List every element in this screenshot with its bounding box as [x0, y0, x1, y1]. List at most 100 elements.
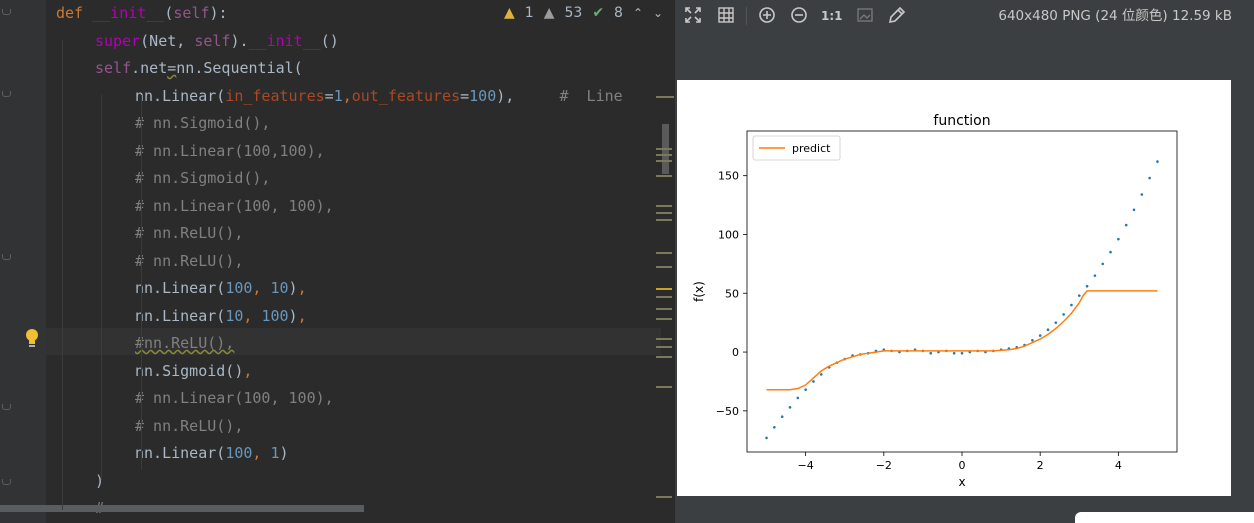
scatter-point	[812, 380, 815, 383]
code-line[interactable]: )	[95, 468, 104, 495]
scatter-point	[1093, 274, 1097, 277]
warning-count: 1	[524, 5, 534, 21]
code-line[interactable]: # nn.ReLU(),	[135, 220, 243, 247]
code-token: # nn.ReLU(),	[135, 224, 244, 242]
code-line[interactable]: self.net=nn.Sequential(	[95, 55, 303, 82]
horizontal-scrollbar[interactable]	[0, 505, 364, 512]
warning-icon: ▲	[504, 5, 515, 21]
code-token: .net	[131, 59, 168, 77]
code-line[interactable]: # nn.Sigmoid(),	[135, 165, 270, 192]
zoom-out-icon[interactable]	[789, 6, 809, 26]
code-token: ,	[252, 444, 271, 462]
color-picker-icon[interactable]	[887, 6, 907, 26]
code-token: 1	[270, 444, 280, 462]
code-line[interactable]: # nn.Linear(100, 100),	[135, 193, 334, 220]
code-line[interactable]: # nn.Linear(100, 100),	[135, 385, 334, 412]
vertical-scrollbar[interactable]	[656, 30, 675, 523]
code-line[interactable]: nn.Linear(10, 100),	[135, 303, 307, 330]
image-canvas[interactable]: −4 −2 0 2 4 −50 0 50 100 150 function x f(x) predict	[677, 80, 1231, 496]
y-axis-label: f(x)	[692, 281, 706, 302]
image-info: 640x480 PNG (24 位颜色) 12.59 kB	[998, 8, 1232, 24]
code-token: __init__	[92, 4, 165, 22]
scatter-point	[1062, 313, 1065, 316]
code-token: 1	[333, 86, 343, 105]
code-token: nn.Linear(	[135, 86, 226, 105]
code-token: =	[324, 86, 334, 105]
scatter-point	[804, 388, 807, 391]
fold-marker-icon[interactable]	[2, 254, 11, 263]
code-line[interactable]: # nn.ReLU(),	[135, 248, 243, 275]
code-editor[interactable]: def __init__(self): super(Net, self).__in…	[0, 0, 675, 523]
code-line[interactable]: nn.Linear(in_features=1,out_features=100…	[135, 83, 623, 110]
code-token: # nn.Linear(100, 100),	[135, 389, 334, 407]
background-icon[interactable]	[855, 6, 875, 26]
code-token: =	[460, 86, 470, 105]
code-token: ,	[342, 86, 352, 105]
zoom-in-icon[interactable]	[757, 6, 777, 26]
code-line[interactable]: super(Net, self).__init__()	[95, 28, 339, 55]
code-line[interactable]: def __init__(self):	[56, 0, 228, 27]
scatter-point	[1140, 193, 1144, 196]
fold-marker-icon[interactable]	[2, 404, 11, 413]
code-line[interactable]: nn.Linear(100, 1)	[135, 440, 289, 467]
weak-warning-icon: ▲	[543, 5, 555, 21]
code-token: __init__	[248, 31, 321, 50]
fold-marker-icon[interactable]	[2, 91, 11, 100]
fit-screen-icon[interactable]	[683, 6, 703, 26]
fold-marker-icon[interactable]	[2, 479, 11, 488]
code-line[interactable]: # nn.Linear(100,100),	[135, 138, 325, 165]
scatter-point	[788, 406, 792, 409]
scatter-point	[960, 351, 964, 355]
code-line[interactable]: # nn.ReLU(),	[135, 413, 243, 440]
code-token: nn.Sequential(	[176, 59, 303, 77]
x-tick-label: −4	[798, 459, 814, 472]
y-tick-label: 0	[732, 346, 739, 359]
scatter-point	[796, 396, 800, 400]
y-tick-label: −50	[716, 405, 739, 418]
code-line[interactable]: nn.Sigmoid(),	[135, 358, 252, 385]
chevron-down-icon[interactable]: ⌄	[653, 0, 663, 27]
inspection-widget[interactable]: ▲ 1 ▲ 53 ✔ 8 ⌃ ⌄	[500, 0, 664, 27]
code-token: # nn.Linear(100, 100),	[135, 196, 334, 215]
code-token: nn.Linear(	[135, 279, 226, 297]
fold-marker-icon[interactable]	[2, 9, 11, 18]
code-token: ,	[243, 361, 253, 380]
scatter-point	[1070, 303, 1073, 307]
typo-check-icon: ✔	[592, 5, 605, 21]
y-tick-label: 100	[718, 228, 739, 241]
scatter-point	[1124, 223, 1128, 227]
code-token: # nn.Sigmoid(),	[135, 169, 271, 187]
editor-gutter[interactable]	[0, 0, 46, 523]
code-token: # nn.Linear(100,100),	[135, 141, 325, 160]
scatter-point	[952, 351, 956, 355]
y-tick-label: 50	[725, 287, 739, 300]
scatter-point	[929, 351, 933, 355]
code-token: # Line	[559, 86, 623, 105]
grid-icon[interactable]	[716, 6, 736, 26]
legend-label: predict	[792, 142, 831, 155]
code-token: ()	[320, 31, 339, 50]
scatter-point	[819, 373, 823, 376]
lightbulb-icon[interactable]	[24, 328, 40, 350]
image-viewer[interactable]: 1:1 640x480 PNG (24 位颜色) 12.59 kB −4 −2 0 2…	[675, 0, 1254, 523]
chart-legend: predict	[752, 135, 841, 161]
code-line[interactable]: # nn.Sigmoid(),	[135, 110, 270, 137]
scatter-point	[1077, 294, 1081, 297]
scatter-point	[1085, 284, 1089, 288]
code-token: self	[173, 4, 210, 22]
code-token: ,	[297, 306, 307, 325]
code-line[interactable]: #nn.ReLU(),	[135, 330, 234, 357]
predict-line	[766, 290, 1158, 391]
code-token: 10	[225, 306, 244, 325]
actual-size-icon[interactable]: 1:1	[821, 6, 843, 26]
code-token: ),	[496, 86, 515, 105]
scatter-point	[1054, 321, 1058, 324]
scatter-point	[1109, 250, 1112, 254]
code-line[interactable]: nn.Linear(100, 10),	[135, 275, 307, 302]
code-token: def	[56, 4, 93, 22]
chevron-up-icon[interactable]: ⌃	[633, 0, 643, 27]
function-chart: −4 −2 0 2 4 −50 0 50 100 150 function x f(x) predict	[692, 113, 1178, 489]
code-token: 100	[225, 279, 253, 297]
scatter-point	[1148, 176, 1151, 180]
